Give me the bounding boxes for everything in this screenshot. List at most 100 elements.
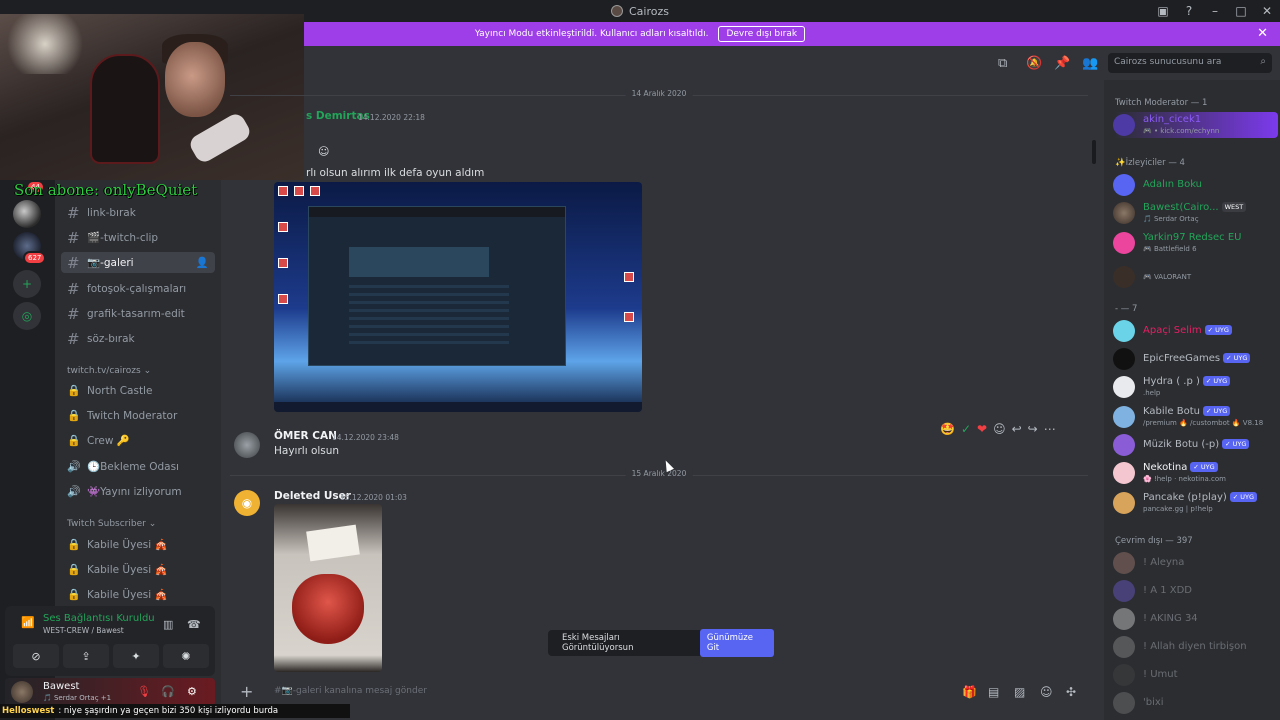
channel-kabile-1[interactable]: 🔒 Kabile Üyesi 🎪: [61, 534, 215, 555]
member-item[interactable]: Nekotina ✓ UYG 🌸 !help · nekotina.com: [1113, 460, 1278, 486]
channel-kabile-2[interactable]: 🔒 Kabile Üyesi 🎪: [61, 559, 215, 580]
soundboard-button[interactable]: ✺: [163, 644, 209, 668]
channel-fotosok[interactable]: # fotoşok-çalışmaları: [61, 278, 215, 299]
channel-crew[interactable]: 🔒 Crew 🔑: [61, 430, 215, 451]
member-item[interactable]: ! A 1 XDD: [1113, 578, 1278, 604]
avatar: [1113, 406, 1135, 428]
channel-label: Kabile Üyesi 🎪: [87, 564, 168, 576]
reaction-emoji-icon[interactable]: ☺: [318, 145, 329, 158]
apps-icon[interactable]: ✣: [1066, 685, 1076, 699]
message-image-drawing[interactable]: [274, 504, 382, 672]
member-name: ! AKING 34: [1143, 613, 1198, 624]
disconnect-icon[interactable]: ☎: [187, 618, 201, 631]
category-twitch[interactable]: twitch.tv/cairozs ⌄: [67, 366, 151, 376]
voice-channel-name[interactable]: WEST-CREW / Bawest: [43, 626, 124, 635]
lock-icon: 🔒: [67, 409, 81, 422]
sticker-icon[interactable]: ▨: [1014, 685, 1025, 699]
chat-scrollbar[interactable]: [1092, 140, 1096, 164]
channel-kabile-3[interactable]: 🔒 Kabile Üyesi 🎪: [61, 584, 215, 605]
member-item[interactable]: Apaçi Selim ✓ UYG: [1113, 318, 1278, 344]
discord-logo-icon[interactable]: ◉: [234, 490, 260, 516]
maximize-button[interactable]: □: [1228, 0, 1254, 22]
threads-icon[interactable]: ⧉: [998, 56, 1007, 71]
channel-label: söz-bırak: [87, 332, 135, 345]
voice-channel-yayin[interactable]: 🔊 👾Yayını izliyorum: [61, 481, 215, 502]
hash-icon: #: [67, 279, 80, 298]
member-item[interactable]: ! Umut: [1113, 662, 1278, 688]
emoji-reaction-icon[interactable]: 🤩: [940, 422, 955, 436]
inbox-icon[interactable]: ▣: [1150, 0, 1176, 22]
channel-grafik[interactable]: # grafik-tasarım-edit: [61, 303, 215, 324]
channel-galeri[interactable]: # 📷-galeri 👤: [61, 252, 215, 273]
voice-channel-bekleme[interactable]: 🔊 🕒Bekleme Odası: [61, 456, 215, 477]
member-item[interactable]: 'bixi: [1113, 690, 1278, 716]
member-item[interactable]: Kabile Botu ✓ UYG /premium 🔥 /custombot 🔥…: [1113, 404, 1278, 430]
disable-streamer-mode-button[interactable]: Devre dışı bırak: [718, 26, 806, 42]
message-composer[interactable]: + #📷-galeri kanalına mesaj gönder 🎁 ▤ ▨ …: [230, 680, 1092, 706]
member-item[interactable]: Müzik Botu (-p) ✓ UYG: [1113, 432, 1278, 458]
server-icon[interactable]: [13, 200, 41, 228]
close-window-button[interactable]: ✕: [1254, 0, 1280, 22]
member-item[interactable]: Adalın Boku: [1113, 172, 1278, 198]
close-banner-icon[interactable]: ✕: [1257, 26, 1268, 41]
category-subscriber[interactable]: Twitch Subscriber ⌄: [67, 519, 156, 529]
avatar[interactable]: [11, 681, 33, 703]
screen-share-button[interactable]: ⇪: [63, 644, 109, 668]
member-item[interactable]: ! AKING 34: [1113, 606, 1278, 632]
camera-off-button[interactable]: ⊘: [13, 644, 59, 668]
noise-suppression-icon[interactable]: ▥: [163, 618, 173, 631]
member-item[interactable]: akin_cicek1 🎮 • kick.com/echynn: [1113, 112, 1278, 138]
pin-icon[interactable]: 📌: [1054, 56, 1070, 71]
member-item[interactable]: Pancake (p!play) ✓ UYG pancake.gg | p!hel…: [1113, 490, 1278, 516]
message-author[interactable]: ÖMER CAN: [274, 430, 337, 442]
attach-plus-icon[interactable]: +: [240, 682, 253, 701]
channel-link-birak[interactable]: # link-bırak: [61, 202, 215, 223]
explore-icon[interactable]: ◎: [13, 302, 41, 330]
user-name[interactable]: Bawest: [43, 681, 79, 692]
minimize-button[interactable]: –: [1202, 0, 1228, 22]
activities-button[interactable]: ✦: [113, 644, 159, 668]
deafen-icon[interactable]: 🎧: [161, 685, 175, 698]
settings-icon[interactable]: ⚙: [187, 685, 197, 698]
channel-twitch-clip[interactable]: # 🎬-twitch-clip: [61, 227, 215, 248]
channel-label: Crew 🔑: [87, 435, 130, 447]
gift-icon[interactable]: 🎁: [962, 685, 977, 699]
mute-icon[interactable]: 🎙: [137, 685, 151, 698]
avatar[interactable]: [234, 432, 260, 458]
channel-soz-birak[interactable]: # söz-bırak: [61, 328, 215, 349]
member-item[interactable]: Bawest(Cairo... WEST 🎵 Serdar Ortaç: [1113, 200, 1278, 226]
channel-north-castle[interactable]: 🔒 North Castle: [61, 380, 215, 401]
emoji-icon[interactable]: ☺: [1040, 685, 1053, 699]
member-item[interactable]: Yarkin97 Redsec EU 🎮 Battlefield 6: [1113, 230, 1278, 256]
message-image-screenshot[interactable]: [274, 182, 642, 412]
search-input[interactable]: Cairozs sunucusunu ara ⌕: [1108, 53, 1272, 73]
reply-icon[interactable]: ↩: [1012, 422, 1022, 436]
member-item[interactable]: Hydra ( .p ) ✓ UYG .help: [1113, 374, 1278, 400]
notification-bell-icon[interactable]: 🔕: [1026, 56, 1042, 71]
add-server-icon[interactable]: +: [13, 270, 41, 298]
forward-icon[interactable]: ↪: [1028, 422, 1038, 436]
voice-status[interactable]: Ses Bağlantısı Kuruldu: [43, 613, 155, 624]
member-item[interactable]: ! Allah diyen tirbişon: [1113, 634, 1278, 660]
help-icon[interactable]: ?: [1176, 0, 1202, 22]
channel-label: 👾Yayını izliyorum: [87, 486, 182, 498]
member-item[interactable]: 🎮 VALORANT: [1113, 264, 1278, 290]
add-member-icon[interactable]: 👤: [196, 256, 209, 269]
gif-icon[interactable]: ▤: [988, 685, 999, 699]
member-item[interactable]: EpicFreeGames ✓ UYG: [1113, 346, 1278, 372]
member-list-icon[interactable]: 👥: [1082, 56, 1098, 71]
signal-icon: 📶: [21, 616, 35, 629]
channel-twitch-moderator[interactable]: 🔒 Twitch Moderator: [61, 405, 215, 426]
more-icon[interactable]: ⋯: [1044, 422, 1056, 436]
jump-to-present-button[interactable]: Günümüze Git: [699, 629, 774, 657]
message-actions-bar: 🤩 ✓ ❤ ☺ ↩ ↪ ⋯: [940, 418, 1056, 440]
speaker-icon: 🔊: [67, 460, 81, 473]
user-activity: 🎵 Serdar Ortaç +1: [43, 694, 112, 702]
lock-icon: 🔒: [67, 384, 81, 397]
member-activity: /premium 🔥 /custombot 🔥 V8.18: [1143, 419, 1264, 427]
add-reaction-icon[interactable]: ☺: [993, 422, 1006, 436]
heart-reaction-icon[interactable]: ❤: [977, 422, 987, 436]
check-reaction-icon[interactable]: ✓: [961, 422, 971, 436]
member-name: ! A 1 XDD: [1143, 585, 1192, 596]
member-item[interactable]: ! Aleyna: [1113, 550, 1278, 576]
